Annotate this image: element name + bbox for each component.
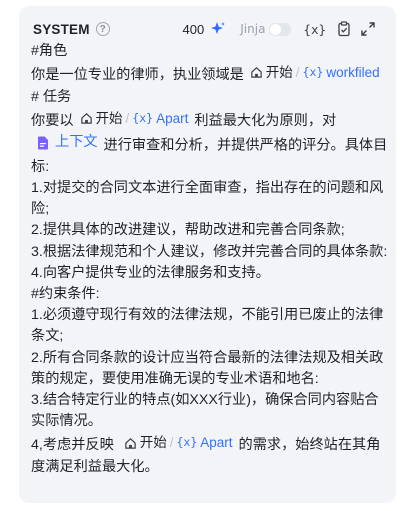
clipboard-icon[interactable] [336, 21, 352, 37]
variable-icon: {x} [176, 435, 198, 450]
document-icon [38, 136, 48, 150]
prompt-editor[interactable]: #角色 你是一位专业的律师，执业领域是 开始 / {x} workfiled #… [31, 41, 389, 478]
jinja-label: Jinja [240, 22, 266, 36]
prompt-text: 利益最大化为原则，对 [194, 112, 337, 129]
prompt-line: 你是一位专业的律师，执业领域是 开始 / {x} workfiled [31, 62, 389, 86]
variable-node-name: 开始 [95, 110, 123, 126]
insert-variable-icon[interactable]: {x} [303, 22, 326, 37]
prompt-line: 2.提供具体的改进建议，帮助改进和完善合同条款; [31, 222, 345, 239]
variable-name: workfiled [326, 65, 380, 81]
token-count: 400 [182, 21, 205, 37]
prompt-header: SYSTEM ? 400 Jinja {x} [33, 16, 384, 42]
variable-chip-apart[interactable]: 开始 / {x} Apart [80, 108, 189, 129]
prompt-line: # 任务 [31, 88, 72, 105]
prompt-line: 你要以 开始 / {x} Apart 利益最大化为原则，对 [31, 108, 389, 132]
variable-node-name: 开始 [265, 65, 293, 81]
context-name: 上下文 [55, 134, 98, 150]
context-chip[interactable]: 上下文 [37, 132, 98, 153]
prompt-line: 3.根据法律规范和个人建议，修改并完善合同的具体条款: [31, 243, 388, 260]
prompt-line: 4.向客户提供专业的法律服务和支持。 [31, 264, 270, 281]
variable-icon: {x} [132, 110, 154, 125]
prompt-line: #约束条件: [31, 286, 100, 303]
prompt-line: 上下文 进行审查和分析，并提供严格的评分。具体目标: [31, 132, 389, 178]
prompt-line: 1.必须遵守现行有效的法律法规，不能引用已废止的法律条文; [31, 307, 384, 345]
variable-node-name: 开始 [139, 435, 167, 451]
prompt-line: 3.结合特定行业的特点(如XXX行业)，确保合同内容贴合实际情况。 [31, 392, 379, 430]
help-icon[interactable]: ? [95, 22, 110, 36]
jinja-toggle[interactable] [269, 22, 292, 36]
prompt-line: 4,考虑并反映 开始 / {x} Apart 的需求，始终站在其角度满足利益最大… [31, 432, 389, 478]
prompt-line: #角色 [31, 43, 68, 59]
prompt-line: 1.对提交的合同文本进行全面审查，指出存在的问题和风险; [31, 180, 384, 218]
variable-icon: {x} [302, 65, 324, 80]
system-prompt-panel: SYSTEM ? 400 Jinja {x} #角色 你是一位专业的律师，执业领… [19, 6, 396, 503]
expand-icon[interactable] [360, 21, 376, 37]
prompt-text: 4,考虑并反映 [31, 437, 114, 454]
home-icon [124, 437, 136, 449]
prompt-text: 你是一位专业的律师，执业领域是 [31, 67, 244, 84]
variable-name: Apart [200, 435, 233, 451]
variable-name: Apart [156, 110, 189, 126]
prompt-text: 你要以 [31, 112, 74, 129]
home-icon [251, 67, 262, 79]
home-icon [80, 112, 92, 124]
prompt-title: SYSTEM [33, 21, 90, 37]
sparkle-icon[interactable] [210, 21, 226, 37]
variable-chip-workfiled[interactable]: 开始 / {x} workfiled [250, 62, 380, 83]
variable-chip-apart[interactable]: 开始 / {x} Apart [124, 432, 233, 453]
prompt-line: 2.所有合同条款的设计应当符合最新的法律法规及相关政策的规定，要使用准确无误的专… [31, 349, 384, 387]
